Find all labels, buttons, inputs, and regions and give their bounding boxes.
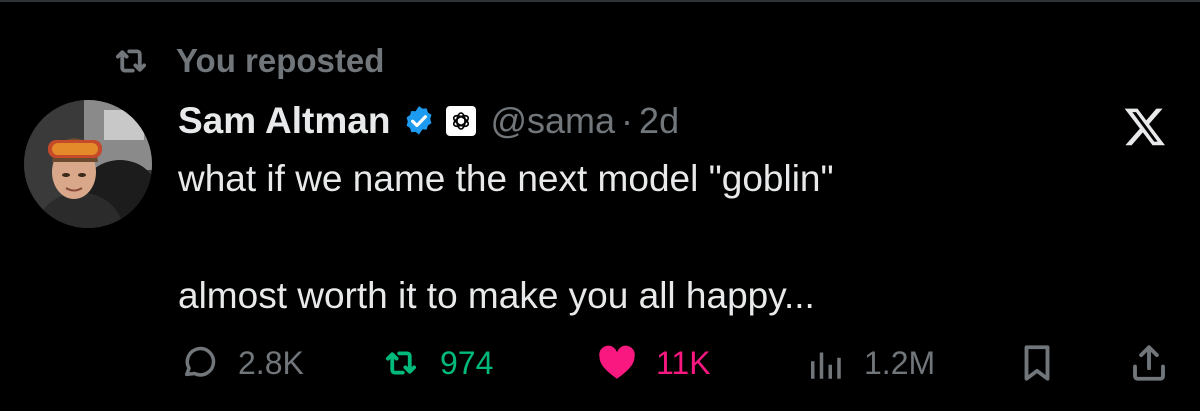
x-logo-icon[interactable] [1122, 104, 1168, 148]
separator-dot: · [621, 100, 634, 141]
tweet-text-line-2: almost worth it to make you all happy... [178, 275, 815, 316]
repost-banner-text: You reposted [176, 42, 385, 79]
author-name[interactable]: Sam Altman [178, 100, 390, 142]
author-handle[interactable]: @sama [490, 100, 615, 142]
avatar-image [24, 100, 152, 228]
reply-icon [185, 346, 216, 377]
tweet-text-line-1: what if we name the next model "goblin" [178, 158, 834, 199]
tweet-timestamp[interactable]: 2d [639, 100, 679, 142]
reply-count: 2.8K [238, 344, 304, 381]
like-count: 11K [656, 344, 711, 381]
repost-icon [115, 49, 147, 73]
like-button[interactable]: 11K [596, 335, 711, 391]
views-chart-icon [811, 352, 841, 379]
repost-banner: You reposted [110, 40, 384, 82]
bookmark-icon[interactable] [1016, 342, 1058, 384]
share-icon[interactable] [1128, 342, 1170, 384]
top-divider [0, 0, 1200, 2]
repost-button[interactable]: 974 [380, 335, 493, 391]
verified-badge-icon [407, 106, 432, 135]
action-bar: 2.8K 974 11K 1.2M [0, 335, 1200, 391]
repost-count: 974 [440, 344, 494, 381]
avatar[interactable] [24, 100, 152, 228]
reply-button[interactable]: 2.8K [178, 335, 304, 391]
view-count: 1.2M [864, 344, 936, 381]
heart-icon [599, 345, 635, 379]
repost-action-icon [385, 351, 417, 375]
openai-logo-icon[interactable] [446, 106, 477, 136]
tweet-header: Sam Altman @sama · 2d [178, 96, 679, 146]
views-button[interactable]: 1.2M [804, 335, 935, 391]
